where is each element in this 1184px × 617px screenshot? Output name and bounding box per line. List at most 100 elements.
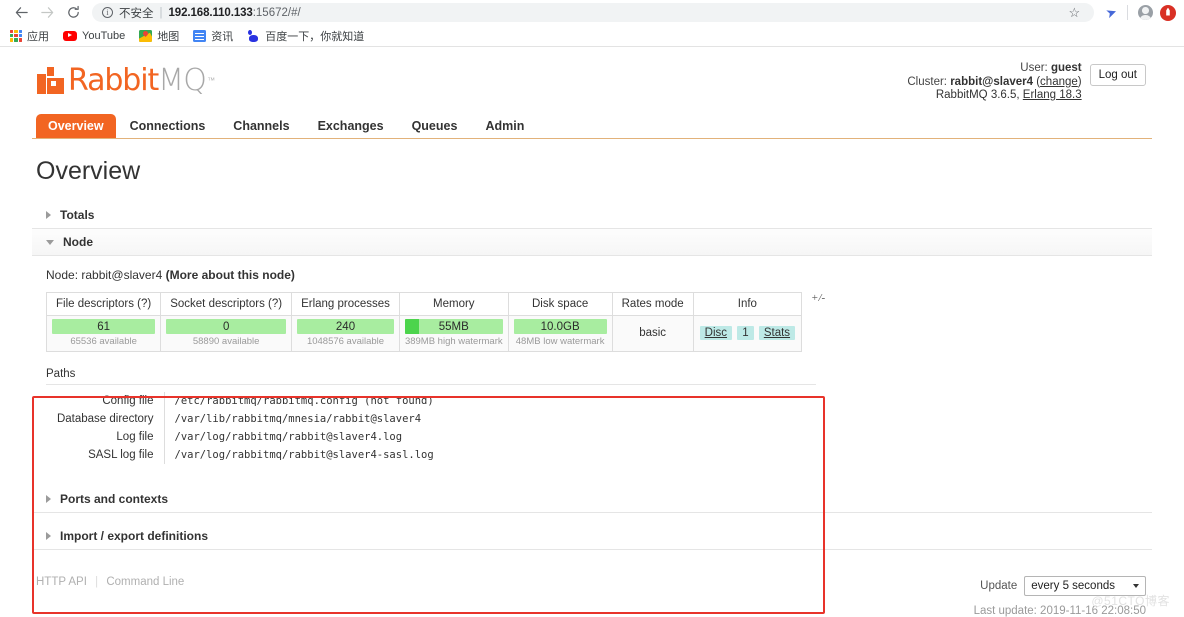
erlang-version-link[interactable]: Erlang 18.3 [1023, 89, 1082, 101]
bookmark-maps[interactable]: 地图 [139, 28, 179, 44]
browser-toolbar: i 不安全 | 192.168.110.133:15672/#/ ☆ ➤ [0, 0, 1184, 25]
bookmark-label: 百度一下，你就知道 [265, 30, 365, 43]
chevron-right-icon [46, 495, 51, 503]
command-line-link[interactable]: Command Line [106, 576, 184, 588]
page-content: Rabbit MQ ™ User: guest Cluster: rabbit@sl… [0, 47, 1184, 617]
version-row: RabbitMQ 3.6.5, Erlang 18.3 [907, 89, 1082, 103]
news-icon [193, 29, 207, 42]
section-ports-contexts-label: Ports and contexts [60, 492, 169, 506]
toolbar-icons: ➤ [1102, 3, 1176, 22]
logo-trademark: ™ [207, 76, 216, 85]
watermark: @51CTO博客 [1091, 594, 1170, 608]
user-row: User: guest [907, 62, 1081, 76]
disk-space-bar: 10.0GB [513, 319, 607, 334]
toggle-columns-button[interactable]: +/- [802, 292, 825, 304]
tab-overview[interactable]: Overview [36, 114, 116, 138]
cell-disk-space: 10.0GB 48MB low watermark [507, 315, 613, 352]
url-host: 192.168.110.133 [168, 6, 253, 19]
info-badge-disc[interactable]: Disc [699, 326, 733, 340]
paths-title: Paths [46, 368, 816, 385]
tab-queues[interactable]: Queues [398, 115, 472, 138]
paths-table: Config file /etc/rabbitmq/rabbitmq.confi… [46, 392, 434, 464]
cell-file-descriptors: 61 65536 available [45, 315, 162, 352]
section-import-export[interactable]: Import / export definitions [32, 523, 1152, 550]
extension-red-icon[interactable] [1160, 4, 1176, 21]
app-header: Rabbit MQ ™ User: guest Cluster: rabbit@sl… [32, 57, 1152, 109]
cluster-label: Cluster: [907, 75, 947, 88]
erlang-processes-bar: 240 [297, 319, 394, 334]
rabbitmq-logo[interactable]: Rabbit MQ ™ [32, 63, 215, 98]
cluster-change-link[interactable]: change [1040, 76, 1078, 88]
chevron-down-icon [1133, 584, 1139, 588]
col-info: Info [692, 292, 803, 316]
bookmark-baidu[interactable]: 百度一下，你就知道 [247, 28, 364, 44]
more-about-node-link[interactable]: (More about this node) [166, 268, 295, 282]
user-label: User: [1020, 62, 1048, 74]
node-identity: Node: rabbit@slaver4 (More about this no… [46, 268, 1152, 282]
bar-fill [404, 319, 419, 334]
cell-memory: 55MB 389MB high watermark [398, 315, 509, 352]
cluster-value: rabbit@slaver4 [950, 75, 1034, 88]
logout-button[interactable]: Log out [1089, 64, 1146, 86]
forward-arrow-icon [34, 1, 60, 25]
col-disk-space: Disk space [507, 292, 613, 316]
section-node-label: Node [63, 235, 93, 249]
info-badge-count[interactable]: 1 [737, 326, 754, 340]
tab-connections[interactable]: Connections [116, 115, 220, 138]
col-socket-descriptors: Socket descriptors (?) [160, 292, 293, 316]
file-descriptors-value: 61 [97, 320, 110, 333]
logo-text-primary: Rabbit [68, 63, 159, 98]
table-row: Config file /etc/rabbitmq/rabbitmq.confi… [46, 392, 434, 410]
bookmark-news[interactable]: 资讯 [193, 28, 233, 44]
extension-pin-icon[interactable]: ➤ [1104, 3, 1120, 22]
omnibox-divider: | [159, 6, 163, 19]
update-label: Update [980, 580, 1018, 592]
site-info-icon[interactable]: i [102, 7, 113, 18]
memory-bar: 55MB [404, 319, 503, 334]
http-api-link[interactable]: HTTP API [36, 576, 87, 588]
section-totals-label: Totals [60, 208, 95, 222]
path-label-log-file: Log file [116, 431, 154, 443]
profile-avatar-icon[interactable] [1138, 5, 1153, 20]
file-descriptors-sub: 65536 available [70, 336, 137, 347]
back-arrow-icon[interactable] [8, 1, 34, 25]
bookmark-apps[interactable]: 应用 [10, 28, 49, 44]
bookmark-star-icon[interactable]: ☆ [1064, 5, 1084, 21]
logo-text-secondary: MQ [158, 63, 207, 98]
tab-admin[interactable]: Admin [471, 115, 538, 138]
node-name: rabbit@slaver4 [81, 268, 163, 282]
disk-space-value: 10.0GB [540, 320, 580, 333]
memory-sub: 389MB high watermark [404, 336, 503, 347]
path-label-config-file: Config file [102, 395, 154, 407]
section-ports-contexts[interactable]: Ports and contexts [32, 486, 1152, 513]
reload-icon[interactable] [60, 1, 86, 25]
section-import-export-label: Import / export definitions [60, 529, 209, 543]
maps-icon [139, 29, 153, 42]
update-interval-value: every 5 seconds [1031, 580, 1115, 592]
info-badge-stats[interactable]: Stats [758, 326, 796, 340]
rabbitmq-version: RabbitMQ 3.6.5, [935, 89, 1020, 101]
footer-divider: | [95, 576, 99, 588]
cell-info: Disc 1 Stats [692, 315, 803, 352]
page-footer: HTTP API | Command Line Update every 5 s… [32, 568, 1152, 617]
bookmarks-bar: 应用 YouTube 地图 资讯 百度一下，你就知道 [0, 25, 1184, 47]
erlang-processes-sub: 1048576 available [306, 336, 385, 347]
section-node[interactable]: Node [32, 229, 1152, 256]
path-value-database-directory: /var/lib/rabbitmq/mnesia/rabbit@slaver4 [163, 410, 434, 428]
chevron-right-icon [46, 532, 51, 540]
tab-channels[interactable]: Channels [219, 115, 303, 138]
bookmark-label: 地图 [157, 30, 180, 43]
chevron-right-icon [46, 211, 51, 219]
rabbitmq-app: Rabbit MQ ™ User: guest Cluster: rabbit@sl… [32, 47, 1152, 617]
tab-exchanges[interactable]: Exchanges [304, 115, 398, 138]
path-label-database-directory: Database directory [56, 413, 154, 425]
bookmark-label: 资讯 [211, 30, 234, 43]
col-memory: Memory [398, 292, 509, 316]
cell-socket-descriptors: 0 58890 available [160, 315, 293, 352]
section-totals[interactable]: Totals [32, 202, 1152, 229]
url-path: :15672/#/ [252, 6, 301, 19]
bookmark-youtube[interactable]: YouTube [63, 30, 125, 42]
address-bar[interactable]: i 不安全 | 192.168.110.133:15672/#/ ☆ [92, 3, 1095, 22]
youtube-icon [63, 30, 77, 41]
footer-links: HTTP API | Command Line [36, 576, 184, 588]
